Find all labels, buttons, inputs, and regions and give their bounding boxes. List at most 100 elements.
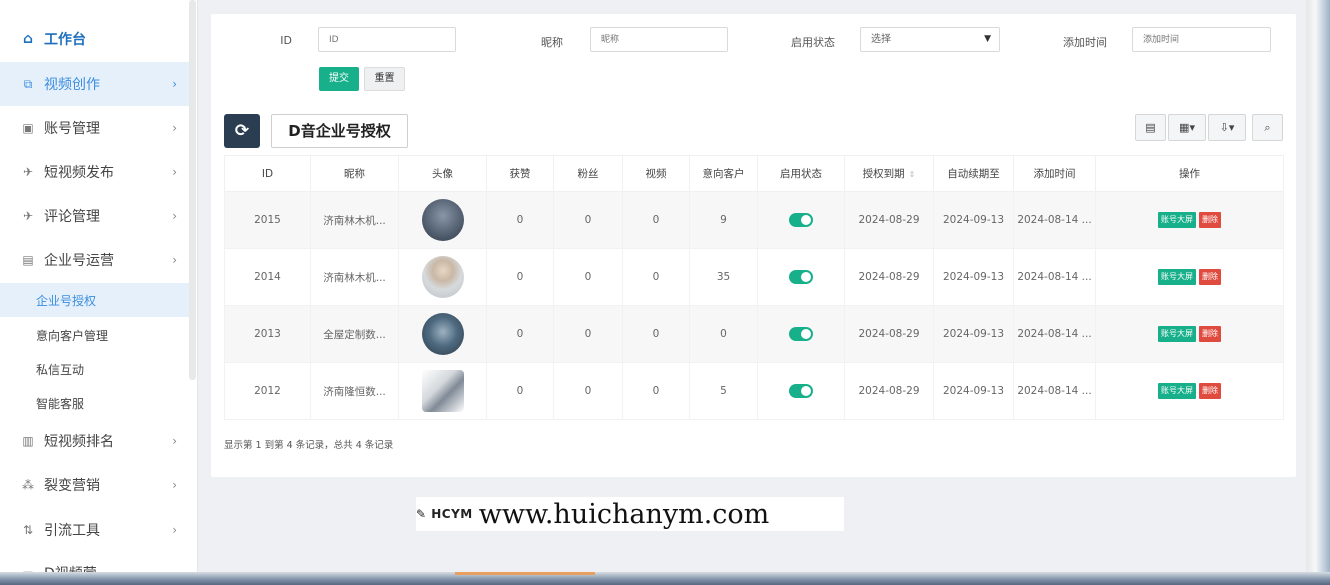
cell-avatar — [398, 191, 487, 249]
delete-button[interactable]: 删除 — [1199, 212, 1221, 228]
cell-expire: 2024-08-29 — [844, 305, 934, 363]
sidebar-item-video-ranking[interactable]: ▥ 短视频排名 › — [0, 419, 189, 463]
cell-likes: 0 — [486, 191, 554, 249]
sidebar-item-fission-marketing[interactable]: ⁂ 裂变营销 › — [0, 463, 189, 507]
sidebar-item-workbench[interactable]: ⌂ 工作台 — [0, 17, 189, 61]
col-header-id[interactable]: ID — [224, 155, 311, 192]
sidebar-subitem-lead-management[interactable]: 意向客户管理 — [0, 318, 195, 352]
chevron-right-icon: › — [172, 478, 177, 492]
delete-button[interactable]: 删除 — [1199, 383, 1221, 399]
sidebar-item-accounts[interactable]: ▣ 账号管理 › — [0, 106, 189, 150]
sidebar-item-label: 引流工具 — [44, 523, 100, 539]
submit-button[interactable]: 提交 — [319, 67, 359, 91]
col-header-leads[interactable]: 意向客户 — [689, 155, 758, 192]
avatar — [421, 256, 464, 298]
sidebar-subitem-private-messages[interactable]: 私信互动 — [0, 352, 195, 386]
table-row: 2015 济南林木机... 0 0 0 9 2024-08-29 2024-09… — [224, 191, 1284, 249]
status-toggle[interactable] — [789, 384, 813, 398]
comment-icon: ✈ — [22, 209, 34, 223]
export-icon: ⇩ — [1219, 121, 1229, 134]
status-toggle[interactable] — [789, 327, 813, 341]
col-header-nickname[interactable]: 昵称 — [310, 155, 399, 192]
sidebar-item-short-video-publish[interactable]: ✈ 短视频发布 › — [0, 150, 189, 194]
cell-fans: 0 — [553, 362, 623, 420]
cell-likes: 0 — [486, 305, 554, 363]
sidebar-subitem-smart-service[interactable]: 智能客服 — [0, 386, 195, 420]
grid-icon: ▦ — [1179, 121, 1190, 134]
col-header-avatar[interactable]: 头像 — [398, 155, 487, 192]
sort-icon[interactable]: ⇕ — [909, 170, 916, 179]
cell-leads: 0 — [689, 305, 758, 363]
chevron-right-icon: › — [172, 165, 177, 179]
col-header-status[interactable]: 启用状态 — [757, 155, 845, 192]
id-filter-label: ID — [280, 34, 292, 47]
status-toggle[interactable] — [789, 270, 813, 284]
col-header-videos[interactable]: 视频 — [622, 155, 690, 192]
cell-fans: 0 — [553, 191, 623, 249]
account-screen-button[interactable]: 账号大屏 — [1158, 269, 1196, 285]
status-toggle[interactable] — [789, 213, 813, 227]
cell-added: 2024-08-14 ... — [1013, 305, 1096, 363]
sidebar-scrollbar[interactable] — [189, 0, 196, 380]
account-screen-button[interactable]: 账号大屏 — [1158, 383, 1196, 399]
data-table: ID 昵称 头像 获赞 粉丝 视频 意向客户 启用状态 授权到期 ⇕ 自动续期至 … — [224, 155, 1284, 420]
table-row: 2014 济南林木机... 0 0 0 35 2024-08-29 2024-0… — [224, 248, 1284, 306]
sidebar-item-enterprise-ops[interactable]: ▤ 企业号运营 › — [0, 238, 189, 282]
nickname-filter-input[interactable] — [590, 27, 728, 52]
sidebar-subitem-enterprise-auth[interactable]: 企业号授权 — [0, 283, 195, 317]
col-header-fans[interactable]: 粉丝 — [553, 155, 623, 192]
sidebar: ⌂ 工作台 ⧉ 视频创作 › ▣ 账号管理 › ✈ 短视频发布 › ✈ 评论管理… — [0, 0, 198, 572]
cell-videos: 0 — [622, 362, 690, 420]
col-header-expire-label: 授权到期 — [862, 168, 905, 180]
refresh-button[interactable]: ⟳ — [224, 114, 260, 148]
sidebar-item-video-creation[interactable]: ⧉ 视频创作 › — [0, 62, 189, 106]
cell-status — [757, 305, 845, 363]
sidebar-item-traffic-tools[interactable]: ⇅ 引流工具 › — [0, 508, 189, 552]
cell-avatar — [398, 305, 487, 363]
window-frame-right — [1306, 0, 1330, 585]
columns-button[interactable]: ▦▾ — [1168, 114, 1206, 141]
nickname-filter-label: 昵称 — [541, 36, 563, 49]
sidebar-item-comments[interactable]: ✈ 评论管理 › — [0, 194, 189, 238]
cell-actions: 账号大屏 删除 — [1095, 191, 1284, 249]
col-header-added[interactable]: 添加时间 — [1013, 155, 1096, 192]
window-frame-bottom — [0, 572, 1330, 585]
watermark-logo: ✎ HCYM — [416, 507, 473, 521]
cell-nickname: 济南隆恒数... — [310, 362, 399, 420]
sidebar-item-label: 评论管理 — [44, 209, 100, 225]
watermark: ✎ HCYM www.huichanym.com — [416, 497, 844, 531]
account-screen-button[interactable]: 账号大屏 — [1158, 212, 1196, 228]
cell-avatar — [398, 362, 487, 420]
chevron-right-icon: › — [172, 121, 177, 135]
sidebar-item-partial[interactable]: ▭ D视频营... — [0, 551, 189, 572]
taskbar-highlight — [455, 572, 595, 575]
toggle-view-button[interactable]: ▤ — [1135, 114, 1166, 141]
addtime-filter-input[interactable] — [1132, 27, 1271, 52]
col-header-expire[interactable]: 授权到期 ⇕ — [844, 155, 934, 192]
status-filter-select[interactable]: 选择 ▼ — [860, 27, 1000, 52]
col-header-actions: 操作 — [1095, 155, 1284, 192]
delete-button[interactable]: 删除 — [1199, 269, 1221, 285]
reset-button[interactable]: 重置 — [364, 67, 405, 91]
cell-leads: 9 — [689, 191, 758, 249]
chevron-right-icon: › — [172, 434, 177, 448]
cell-videos: 0 — [622, 248, 690, 306]
export-button[interactable]: ⇩▾ — [1208, 114, 1246, 141]
sidebar-item-label: 工作台 — [44, 32, 86, 48]
list-icon: ▤ — [1145, 121, 1156, 134]
cell-status — [757, 191, 845, 249]
account-screen-button[interactable]: 账号大屏 — [1158, 326, 1196, 342]
chevron-right-icon: › — [172, 77, 177, 91]
cell-actions: 账号大屏 删除 — [1095, 362, 1284, 420]
table-header-row: ID 昵称 头像 获赞 粉丝 视频 意向客户 启用状态 授权到期 ⇕ 自动续期至 … — [224, 155, 1284, 192]
delete-button[interactable]: 删除 — [1199, 326, 1221, 342]
cell-id: 2013 — [224, 305, 311, 363]
col-header-renew[interactable]: 自动续期至 — [933, 155, 1014, 192]
sidebar-item-label: 裂变营销 — [44, 478, 100, 494]
home-icon: ⌂ — [22, 31, 34, 47]
col-header-likes[interactable]: 获赞 — [486, 155, 554, 192]
video-icon: ⧉ — [23, 76, 33, 91]
cell-added: 2024-08-14 ... — [1013, 248, 1096, 306]
search-button[interactable]: ⌕ — [1252, 114, 1283, 141]
id-filter-input[interactable] — [318, 27, 456, 52]
